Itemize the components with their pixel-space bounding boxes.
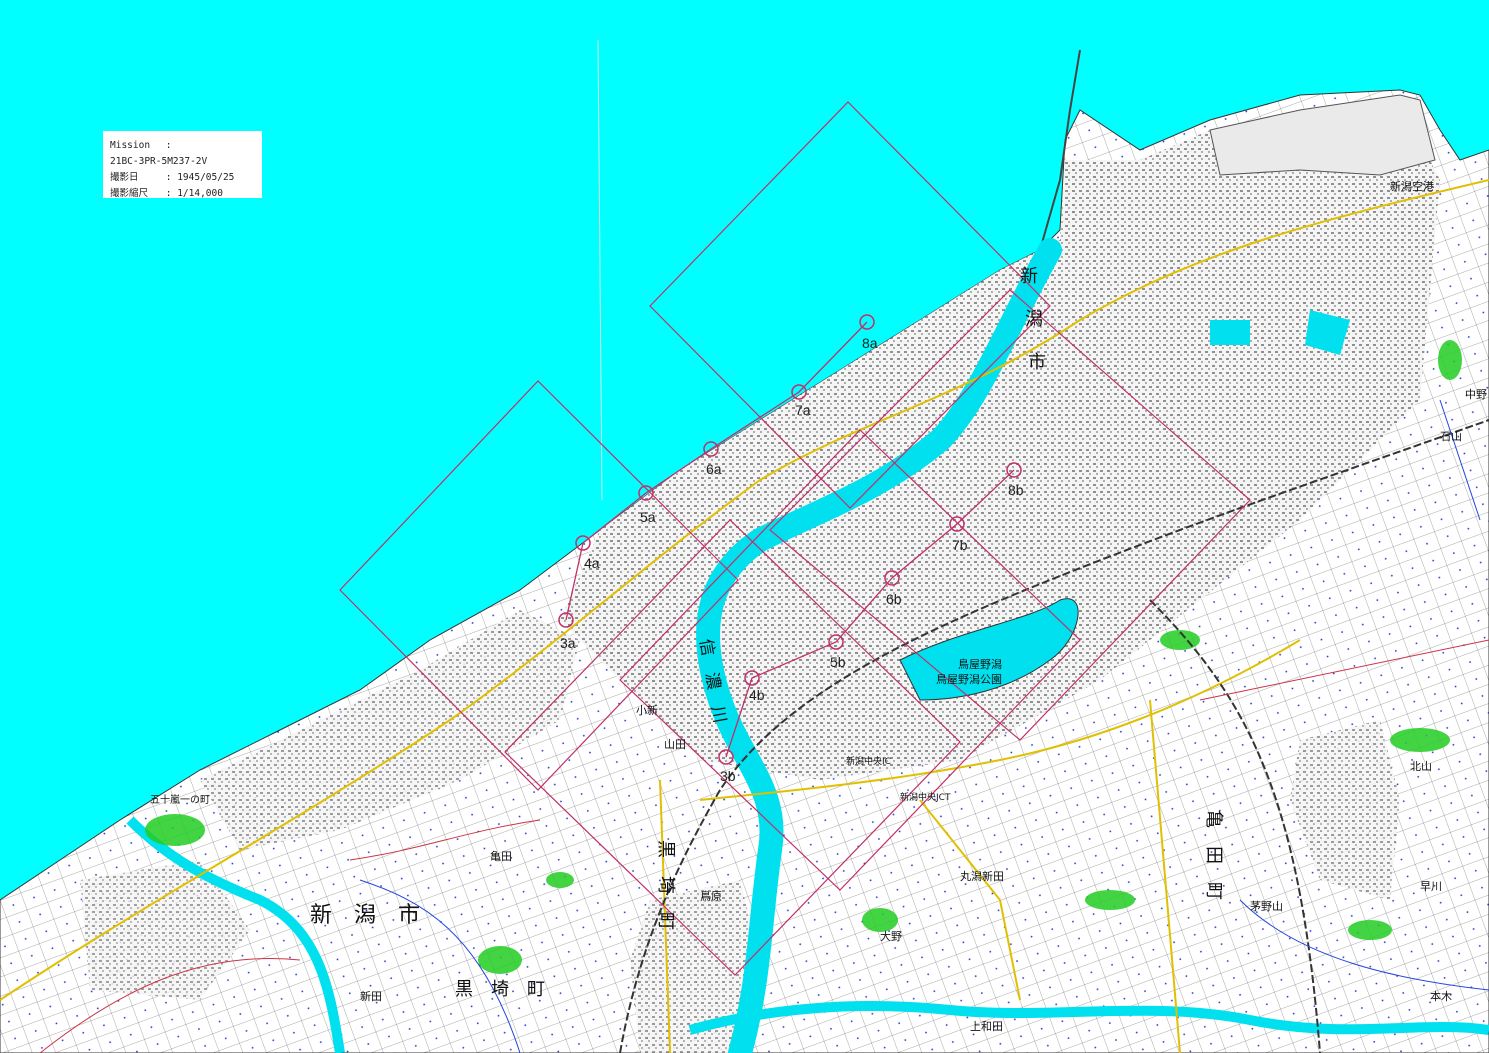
info-value: 1945/05/25 (177, 172, 235, 183)
label-kayama: 茅野山 (1250, 900, 1283, 913)
label-hayakawa: 早川 (1420, 880, 1442, 893)
label-nakano: 中野 (1465, 388, 1487, 401)
photo-point-label: 6a (706, 461, 722, 477)
port-basin (1210, 320, 1250, 345)
label-motoki: 本木 (1430, 989, 1452, 1003)
label-city-main: 新 潟 市 (310, 903, 420, 928)
label-jct: 新潟中央JCT (900, 791, 951, 803)
label-oono: 大野 (880, 929, 902, 943)
label-town-kurosaki-2: 黒 埼 町 (455, 979, 545, 1000)
label-interchange: 新潟中央IC (846, 755, 891, 767)
photo-point-label: 4a (584, 555, 600, 571)
label-kamiyama: 亀田 (490, 849, 512, 863)
label-maruyama: 丸潟新田 (960, 869, 1004, 883)
photo-point-label: 8b (1008, 482, 1024, 498)
photo-mission-info-box: Mission : 21BC-3PR-5M237-2V 撮影日 : 1945/0… (103, 131, 262, 199)
label-kamiwada: 上和田 (970, 1020, 1003, 1033)
label-torihara: 鳥原 (700, 889, 722, 903)
info-key: 撮影日 (110, 172, 139, 183)
info-key: Mission (110, 140, 151, 151)
label-shinden: 新田 (360, 989, 382, 1003)
photo-point-label: 5a (640, 509, 656, 525)
info-row-scale: 撮影縮尺 : 1/14,000 (110, 186, 262, 202)
photo-point-label: 5b (830, 654, 846, 670)
label-town-kameda: 亀 田 町 (1203, 810, 1224, 900)
photo-point-label: 7b (952, 537, 968, 553)
photo-point-label: 4b (749, 687, 765, 703)
label-park: 鳥屋野潟公園 (936, 672, 1002, 686)
label-city-upper-2: 潟 (1025, 309, 1043, 330)
label-yamada: 山田 (664, 738, 686, 751)
info-sep: : (165, 140, 172, 151)
info-key: 撮影縮尺 (110, 188, 149, 199)
label-kitayama: 北山 (1410, 760, 1432, 773)
info-value: 1/14,000 (177, 188, 223, 199)
info-row-mission: Mission : 21BC-3PR-5M237-2V (110, 138, 262, 170)
label-ikarashi: 五十嵐一の町 (150, 793, 210, 806)
label-airport: 新潟空港 (1390, 179, 1434, 193)
label-ishiyama: 石山 (1440, 430, 1462, 443)
photo-point-label: 8a (862, 335, 878, 351)
photo-point-label: 7a (795, 402, 811, 418)
label-town-kurosaki-1: 黒 埼 町 (655, 840, 676, 930)
info-sep: : (165, 188, 172, 199)
label-city-upper-3: 市 (1028, 352, 1046, 373)
photo-point-label: 3b (720, 768, 736, 784)
info-row-date: 撮影日 : 1945/05/25 (110, 170, 262, 186)
info-value: 21BC-3PR-5M237-2V (110, 156, 208, 167)
photo-point-label: 6b (886, 591, 902, 607)
label-lake: 鳥屋野潟 (958, 657, 1002, 671)
label-city-upper-1: 新 (1020, 266, 1038, 287)
photo-point-label: 3a (560, 635, 576, 651)
label-oyama: 小新 (636, 703, 658, 717)
info-sep: : (165, 172, 172, 183)
